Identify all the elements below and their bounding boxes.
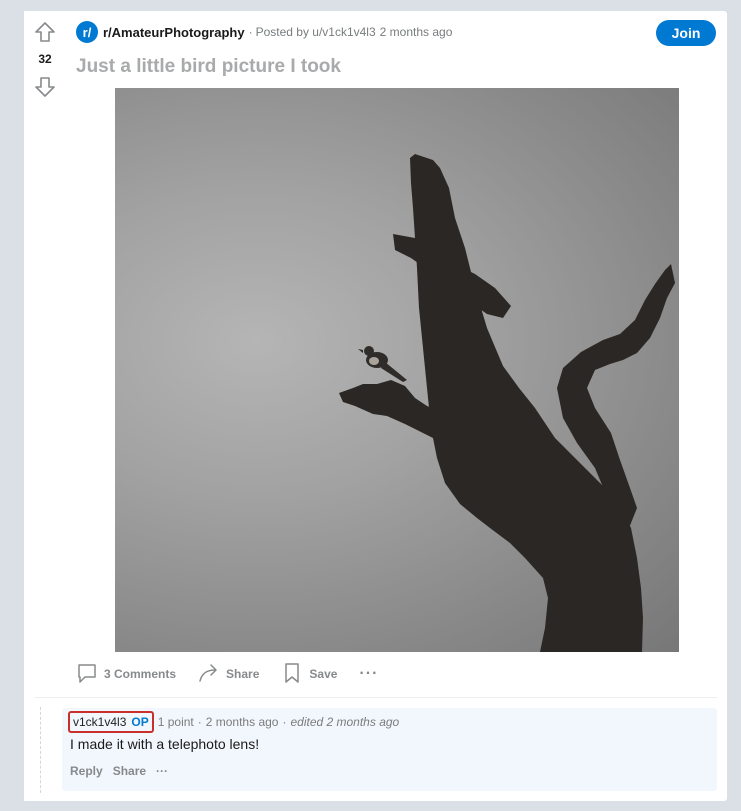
post-time: 2 months ago (379, 25, 453, 39)
comment-separator: · (197, 715, 202, 729)
vote-count: 32 (38, 52, 52, 66)
share-label: Share (226, 667, 260, 681)
comment-author[interactable]: v1ck1v4l3 (73, 715, 126, 729)
comment-body: I made it with a telephoto lens! (70, 736, 260, 752)
comment-more-button[interactable]: ··· (156, 764, 168, 778)
comment-separator-2: · (282, 715, 287, 729)
bookmark-icon (281, 662, 309, 687)
downvote-icon[interactable] (34, 76, 56, 98)
more-options-button[interactable]: ··· (359, 665, 378, 683)
subreddit-icon[interactable]: r/ (76, 21, 98, 43)
vote-column: 32 (24, 11, 66, 801)
comment-time: 2 months ago (205, 715, 279, 729)
join-button[interactable]: Join (656, 20, 716, 46)
posted-by[interactable]: Posted by u/v1ck1v4l3 (256, 25, 376, 39)
post-actions: 3 Comments Share Save ··· (76, 661, 400, 687)
comment-header: v1ck1v4l3 OP 1 point · 2 months ago · ed… (68, 711, 400, 733)
reply-button[interactable]: Reply (70, 764, 103, 778)
comment-share-button[interactable]: Share (113, 764, 146, 778)
subreddit-link[interactable]: r/AmateurPhotography (103, 25, 245, 40)
save-label: Save (309, 667, 338, 681)
comments-button[interactable]: 3 Comments (76, 662, 176, 687)
comment-edited: edited 2 months ago (290, 715, 400, 729)
post-image[interactable] (115, 88, 679, 652)
meta-separator: · (248, 25, 253, 39)
comment-icon (76, 662, 104, 687)
save-button[interactable]: Save (281, 662, 337, 687)
post-title[interactable]: Just a little bird picture I took (76, 56, 341, 78)
comment-actions: Reply Share ··· (70, 764, 178, 778)
divider (34, 697, 717, 698)
post-meta: r/ r/AmateurPhotography · Posted by u/v1… (76, 21, 452, 43)
comment-thread-line[interactable] (40, 707, 41, 793)
comment-author-box[interactable]: v1ck1v4l3 OP (68, 711, 154, 733)
op-badge: OP (131, 715, 149, 729)
comment: v1ck1v4l3 OP 1 point · 2 months ago · ed… (62, 708, 717, 791)
post-card: 32 r/ r/AmateurPhotography · Posted by u… (24, 11, 727, 801)
comments-label: 3 Comments (104, 667, 177, 681)
comment-points: 1 point (157, 715, 194, 729)
share-button[interactable]: Share (198, 662, 259, 687)
upvote-icon[interactable] (34, 21, 56, 43)
share-icon (198, 662, 226, 687)
